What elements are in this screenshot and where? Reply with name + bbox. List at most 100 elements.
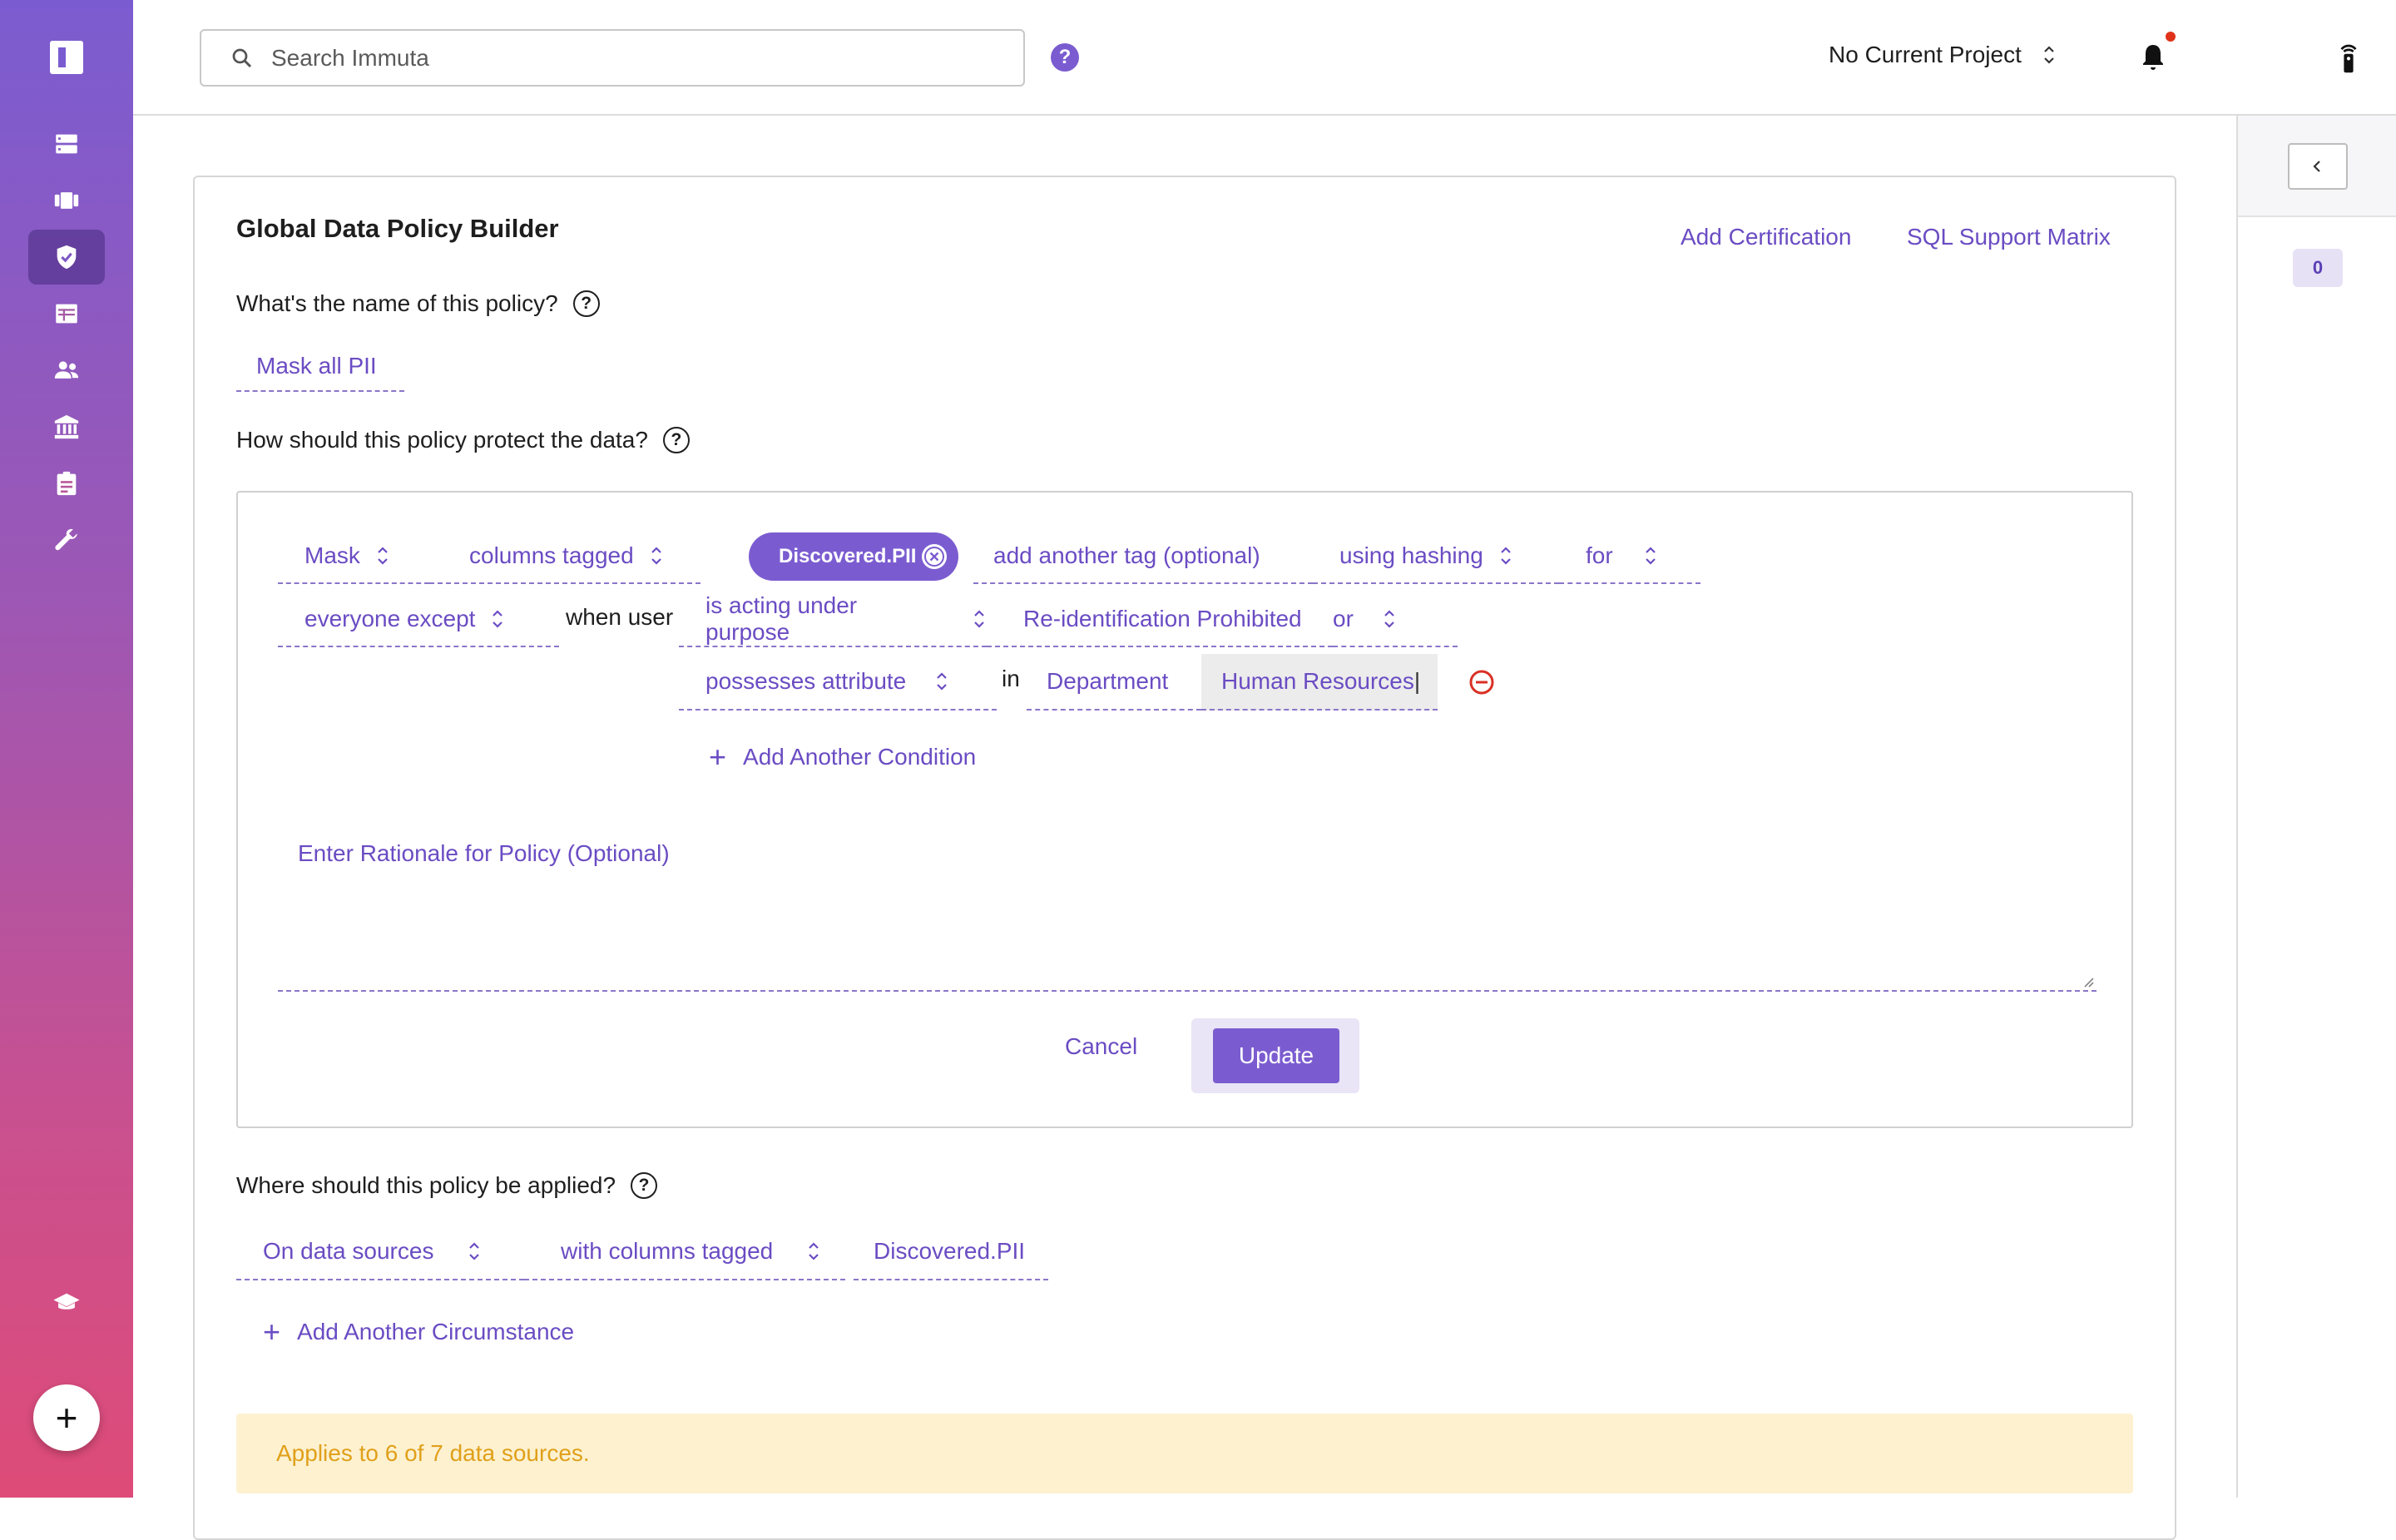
protect-question-label: How should this policy protect the data? — [236, 427, 648, 453]
policy-builder-card: Global Data Policy Builder Add Certifica… — [193, 176, 2176, 1540]
applies-banner: Applies to 6 of 7 data sources. — [236, 1414, 2133, 1493]
rationale-field[interactable] — [278, 824, 2096, 992]
cancel-button[interactable]: Cancel — [1065, 1033, 1137, 1060]
chevron-left-icon — [2313, 161, 2320, 172]
target-select[interactable]: columns tagged — [429, 529, 700, 584]
nav-people-icon[interactable] — [28, 343, 105, 398]
condition-select-label: is acting under purpose — [705, 592, 858, 645]
when-user-label: when user — [566, 604, 674, 630]
condition2-select[interactable]: possesses attribute — [679, 654, 997, 711]
nav-policies-shield-icon[interactable] — [28, 230, 105, 285]
chevron-updown-icon — [1382, 607, 1397, 631]
policy-name-value: Mask all PII — [256, 353, 377, 379]
attribute-value-input[interactable]: Human Resources | — [1201, 654, 1438, 711]
for-select[interactable]: for — [1559, 529, 1700, 584]
chevron-updown-icon — [649, 543, 664, 568]
condition2-select-label: possesses attribute — [705, 668, 907, 694]
question-help-icon[interactable]: ? — [631, 1172, 658, 1199]
question-help-icon[interactable]: ? — [662, 427, 690, 453]
where-question-label: Where should this policy be applied? — [236, 1172, 616, 1198]
immuta-logo-icon[interactable] — [50, 41, 83, 74]
scope-select[interactable]: On data sources — [236, 1224, 524, 1280]
nav-projects-icon[interactable] — [28, 173, 105, 228]
count-badge[interactable]: 0 — [2293, 249, 2343, 287]
remove-tag-icon[interactable] — [922, 544, 947, 569]
attribute-select-label: Department — [1047, 668, 1169, 694]
sql-support-matrix-link[interactable]: SQL Support Matrix — [1907, 224, 2111, 250]
add-certification-link[interactable]: Add Certification — [1681, 224, 1851, 250]
add-tag-input[interactable]: add another tag (optional) — [973, 529, 1313, 584]
for-select-label: for — [1586, 542, 1613, 568]
top-bar: ? No Current Project S — [133, 0, 2396, 116]
audience-select[interactable]: everyone except — [278, 592, 559, 647]
condition-select[interactable]: is acting under purpose — [679, 592, 987, 647]
help-icon[interactable]: ? — [1051, 43, 1079, 72]
policy-rule-builder: Mask columns tagged Discovered.PII add a… — [236, 491, 2133, 1128]
plus-icon: + — [709, 740, 727, 774]
create-fab-button[interactable]: + — [33, 1384, 100, 1451]
scope-tag-label: Discovered.PII — [874, 1238, 1026, 1264]
right-panel-header — [2238, 116, 2396, 217]
conjunction-select-label: or — [1333, 606, 1354, 631]
tag-chip[interactable]: Discovered.PII — [749, 532, 958, 581]
add-tag-placeholder: add another tag (optional) — [993, 542, 1260, 568]
search-input[interactable] — [271, 44, 937, 72]
scope-select-label: On data sources — [263, 1238, 434, 1264]
plus-icon: + — [55, 1396, 78, 1439]
chevron-updown-icon — [375, 543, 390, 568]
remote-access-icon[interactable] — [2334, 40, 2363, 75]
protect-question: How should this policy protect the data?… — [236, 427, 690, 453]
add-another-circumstance-button[interactable]: + Add Another Circumstance — [263, 1317, 574, 1347]
masking-method-select[interactable]: using hashing — [1313, 529, 1559, 584]
nav-audit-clipboard-icon[interactable] — [28, 456, 105, 511]
target-select-label: columns tagged — [469, 542, 634, 568]
policy-name-question-label: What's the name of this policy? — [236, 290, 558, 316]
collapse-panel-button[interactable] — [2288, 143, 2348, 190]
page-title: Global Data Policy Builder — [236, 214, 559, 243]
plus-icon: + — [263, 1315, 281, 1349]
action-select[interactable]: Mask — [278, 529, 429, 584]
add-condition-label: Add Another Condition — [743, 744, 977, 770]
add-another-condition-button[interactable]: + Add Another Condition — [709, 742, 976, 772]
notification-dot — [2166, 32, 2176, 42]
purpose-select-label: Re-identification Prohibited — [1023, 606, 1302, 631]
nav-learn-graduation-cap-icon[interactable] — [28, 1275, 105, 1330]
remove-condition-icon[interactable] — [1468, 668, 1496, 696]
conjunction-select[interactable]: or — [1333, 592, 1458, 647]
in-label: in — [1002, 666, 1020, 691]
sidebar: + — [0, 0, 133, 1498]
update-button[interactable]: Update — [1213, 1028, 1339, 1083]
nav-data-sources-icon[interactable] — [28, 116, 105, 171]
attribute-select[interactable]: Department — [1027, 654, 1201, 711]
applies-text: Applies to 6 of 7 data sources. — [276, 1440, 590, 1466]
scope-tag-field[interactable]: Discovered.PII — [854, 1224, 1048, 1280]
where-question: Where should this policy be applied? ? — [236, 1172, 658, 1199]
chevron-updown-icon — [467, 1239, 482, 1264]
nav-settings-wrench-icon[interactable] — [28, 513, 105, 567]
attribute-value-text: Human Resources — [1221, 668, 1414, 694]
chevron-updown-icon — [972, 607, 987, 631]
right-panel: 0 — [2236, 116, 2396, 1498]
scope-filter-select[interactable]: with columns tagged — [524, 1224, 845, 1280]
purpose-select[interactable]: Re-identification Prohibited — [987, 592, 1333, 647]
audience-select-label: everyone except — [304, 606, 476, 631]
search-box[interactable] — [200, 29, 1025, 87]
nav-catalog-icon[interactable] — [28, 286, 105, 341]
resize-grip-icon[interactable] — [2082, 975, 2095, 988]
chevron-updown-icon — [1498, 543, 1513, 568]
policy-name-question: What's the name of this policy? ? — [236, 290, 600, 317]
tag-chip-label: Discovered.PII — [779, 545, 917, 567]
chevron-updown-icon — [1643, 543, 1658, 568]
rationale-textarea[interactable] — [278, 824, 2096, 990]
project-label: No Current Project — [1829, 42, 2022, 67]
scope-filter-label: with columns tagged — [561, 1238, 774, 1264]
question-help-icon[interactable]: ? — [572, 290, 600, 317]
nav-governance-icon[interactable] — [28, 399, 105, 454]
chevron-updown-icon — [806, 1239, 821, 1264]
policy-name-field[interactable]: Mask all PII — [236, 342, 404, 392]
project-selector[interactable]: No Current Project — [1829, 42, 2057, 68]
action-select-label: Mask — [304, 542, 360, 568]
notifications-bell-icon[interactable] — [2138, 42, 2168, 73]
masking-method-label: using hashing — [1339, 542, 1483, 568]
add-circumstance-label: Add Another Circumstance — [297, 1319, 575, 1344]
